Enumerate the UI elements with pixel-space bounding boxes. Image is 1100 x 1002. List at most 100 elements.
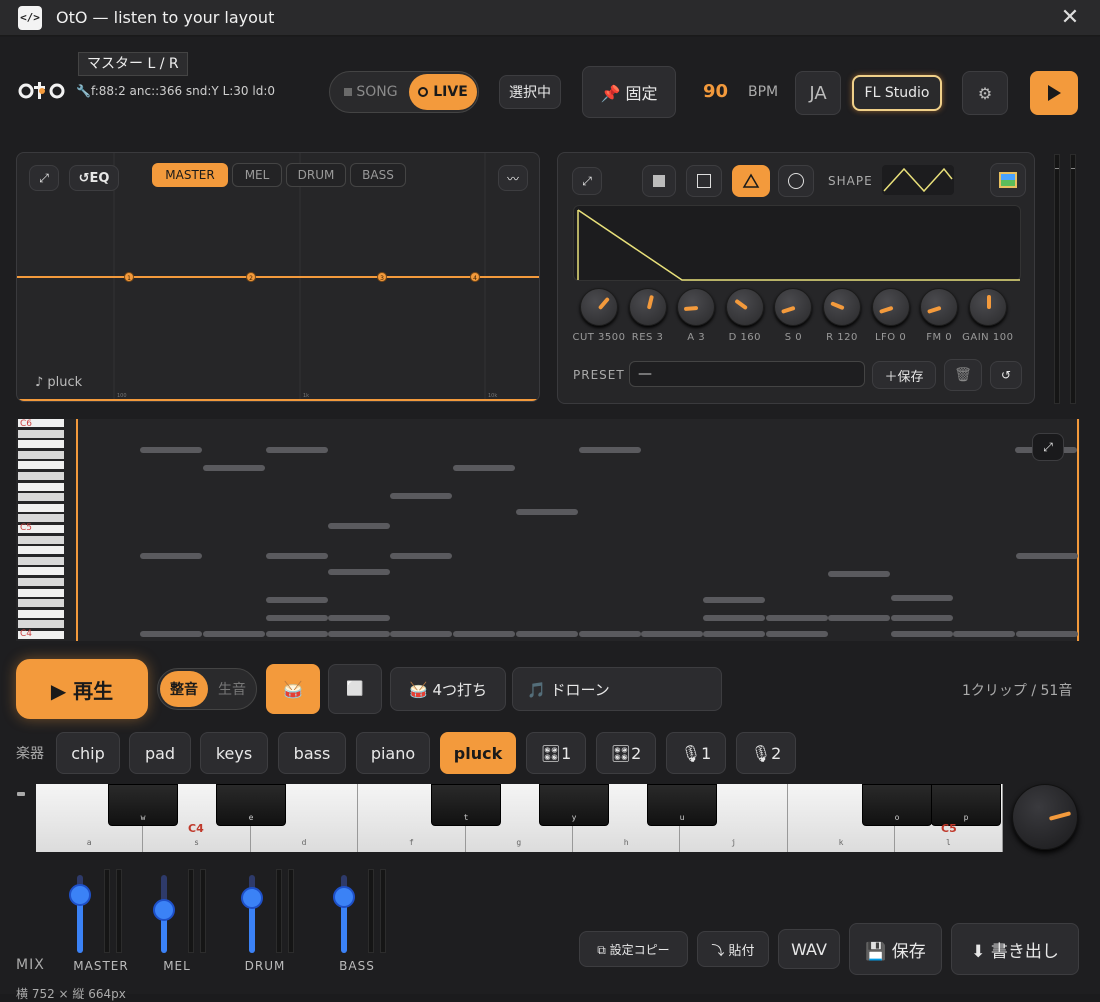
- preset-reset-button[interactable]: ↺: [990, 361, 1022, 389]
- knob-fm[interactable]: [920, 288, 959, 326]
- synth-expand-button[interactable]: ⤢: [572, 167, 602, 195]
- roll-note[interactable]: [891, 631, 953, 637]
- roll-note[interactable]: [390, 553, 452, 559]
- black-key-p[interactable]: p: [931, 784, 1001, 826]
- copy-settings-button[interactable]: ⧉ 設定コピー: [579, 931, 688, 967]
- preset-delete-button[interactable]: 🗑: [944, 359, 982, 391]
- knob-a[interactable]: [677, 288, 716, 326]
- shape-square-button[interactable]: [686, 165, 722, 197]
- instrument-2[interactable]: keys: [200, 732, 268, 774]
- four-beat-button[interactable]: 🥁 4つ打ち: [390, 667, 506, 711]
- fader-bass[interactable]: [333, 885, 355, 908]
- roll-note[interactable]: [579, 631, 641, 637]
- waveform-button[interactable]: 〰: [498, 165, 528, 191]
- instrument-1[interactable]: pad: [129, 732, 191, 774]
- roll-note[interactable]: [203, 465, 265, 471]
- envelope-display[interactable]: [573, 205, 1021, 281]
- black-key-t[interactable]: t: [431, 784, 501, 826]
- instrument-9[interactable]: 🎙2: [736, 732, 796, 774]
- roll-note[interactable]: [516, 509, 578, 515]
- instrument-7[interactable]: 🎛2: [596, 732, 656, 774]
- shape-square-filled-button[interactable]: [642, 165, 676, 197]
- settings-button[interactable]: ⚙: [962, 71, 1008, 115]
- roll-note[interactable]: [516, 631, 578, 637]
- save-button[interactable]: 💾 保存: [849, 923, 942, 975]
- roll-note[interactable]: [266, 615, 328, 621]
- close-icon[interactable]: ✕: [1058, 5, 1082, 30]
- roll-note[interactable]: [266, 631, 328, 637]
- fader-drum[interactable]: [241, 887, 263, 910]
- roll-note[interactable]: [203, 631, 265, 637]
- knob-r[interactable]: [823, 288, 861, 326]
- piano-roll[interactable]: C6 C5 C4 ⤢: [16, 419, 1080, 641]
- roll-note[interactable]: [703, 615, 765, 621]
- roll-note[interactable]: [703, 631, 765, 637]
- shape-sine-button[interactable]: [778, 165, 814, 197]
- export-button[interactable]: ⬇ 書き出し: [951, 923, 1079, 975]
- main-play-button[interactable]: ▶ 再生: [16, 659, 148, 719]
- eq-tab-mel[interactable]: MEL: [232, 163, 282, 187]
- roll-note[interactable]: [266, 597, 328, 603]
- eq-tab-master[interactable]: MASTER: [152, 163, 228, 187]
- roll-note[interactable]: [266, 553, 328, 559]
- paste-button[interactable]: ⤵ 貼付: [697, 931, 769, 967]
- eq-tab-drum[interactable]: DRUM: [286, 163, 346, 187]
- roll-note[interactable]: [891, 615, 953, 621]
- knob-gain[interactable]: [968, 288, 1007, 326]
- roll-note[interactable]: [266, 447, 328, 453]
- roll-note[interactable]: [703, 597, 765, 603]
- mode-song-button[interactable]: SONG: [336, 75, 406, 109]
- roll-note[interactable]: [828, 615, 890, 621]
- black-key-y[interactable]: y: [539, 784, 609, 826]
- roll-note[interactable]: [390, 493, 452, 499]
- select-button[interactable]: 選択中: [499, 75, 561, 109]
- tune-on-button[interactable]: 整音: [160, 671, 208, 707]
- language-button[interactable]: JA: [795, 71, 841, 115]
- eq-reset-button[interactable]: ↺EQ: [69, 165, 119, 191]
- knob-d[interactable]: [725, 288, 764, 326]
- image-button[interactable]: [990, 163, 1026, 197]
- daw-button[interactable]: FL Studio: [852, 75, 942, 111]
- knob-res[interactable]: [628, 288, 667, 326]
- keyboard-handle[interactable]: [17, 792, 25, 796]
- knob-lfo[interactable]: [871, 288, 910, 326]
- roll-note[interactable]: [453, 631, 515, 637]
- roll-note[interactable]: [1016, 631, 1078, 637]
- preset-save-button[interactable]: ＋保存: [872, 361, 936, 389]
- roll-note[interactable]: [953, 631, 1015, 637]
- eq-expand-button[interactable]: ⤢: [29, 165, 59, 191]
- instrument-6[interactable]: 🎛1: [526, 732, 586, 774]
- fader-mel[interactable]: [153, 899, 175, 922]
- roll-note[interactable]: [140, 447, 202, 453]
- black-key-w[interactable]: w: [108, 784, 178, 826]
- instrument-4[interactable]: piano: [356, 732, 430, 774]
- roll-note[interactable]: [579, 447, 641, 453]
- wav-button[interactable]: WAV: [778, 929, 840, 969]
- eq-tab-bass[interactable]: BASS: [350, 163, 406, 187]
- roll-note[interactable]: [328, 569, 390, 575]
- roll-note[interactable]: [766, 615, 828, 621]
- roll-note[interactable]: [328, 631, 390, 637]
- roll-note[interactable]: [140, 631, 202, 637]
- roll-note[interactable]: [766, 631, 828, 637]
- roll-note[interactable]: [328, 615, 390, 621]
- pin-button[interactable]: 📌 固定: [582, 66, 676, 118]
- header-play-button[interactable]: [1030, 71, 1078, 115]
- instrument-0[interactable]: chip: [56, 732, 120, 774]
- tune-off-button[interactable]: 生音: [210, 671, 254, 707]
- bpm-value[interactable]: 90: [703, 81, 728, 102]
- fader-master[interactable]: [69, 883, 91, 906]
- preset-input[interactable]: —: [629, 361, 865, 387]
- knob-cut[interactable]: [580, 288, 618, 326]
- black-key-e[interactable]: e: [216, 784, 286, 826]
- drone-button[interactable]: 🎵 ドローン: [512, 667, 722, 711]
- knob-s[interactable]: [774, 288, 813, 326]
- mode-live-button[interactable]: LIVE: [409, 74, 477, 110]
- roll-note[interactable]: [641, 631, 703, 637]
- roll-note[interactable]: [140, 553, 202, 559]
- roll-note[interactable]: [453, 465, 515, 471]
- black-key-o[interactable]: o: [862, 784, 932, 826]
- keyboard-volume-knob[interactable]: [1012, 784, 1078, 850]
- drum-button[interactable]: 🥁: [266, 664, 320, 714]
- roll-expand-button[interactable]: ⤢: [1032, 433, 1064, 461]
